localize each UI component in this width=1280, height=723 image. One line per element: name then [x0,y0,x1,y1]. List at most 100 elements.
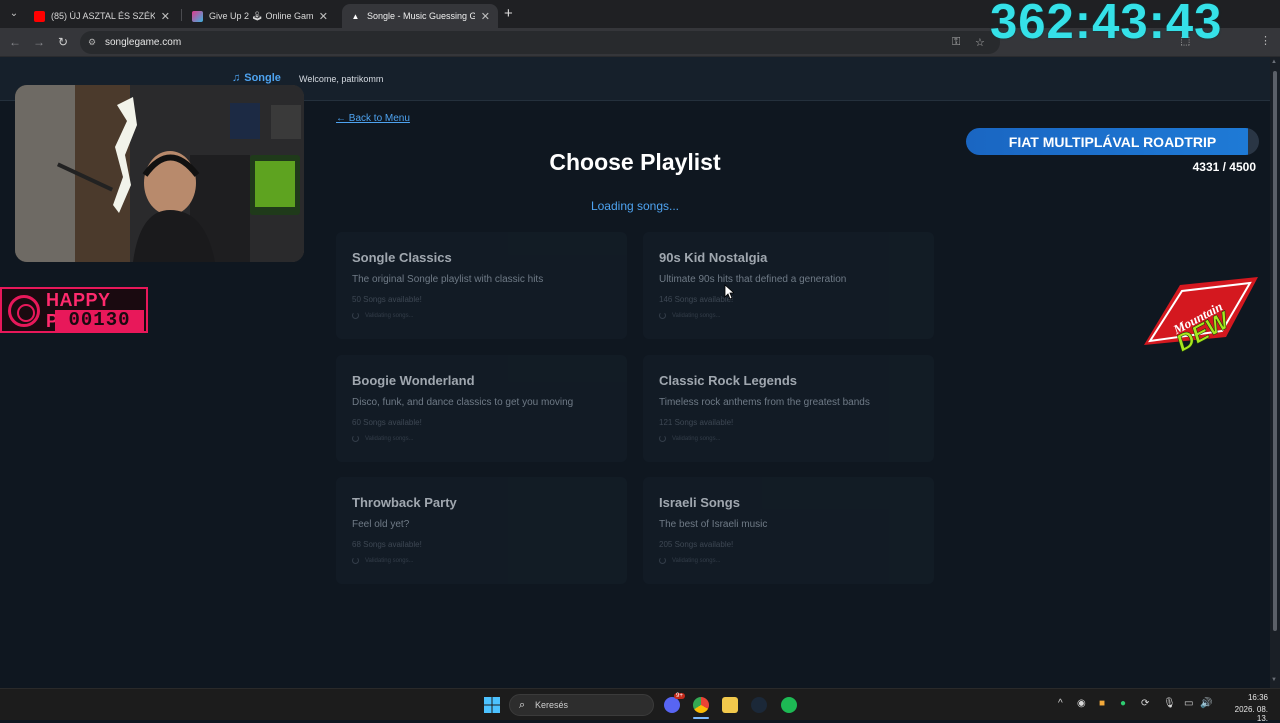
taskbar-clock-date[interactable]: 2026. 08. 13. [1222,705,1268,723]
scrollbar-thumb[interactable] [1273,71,1277,631]
happy-pcs-logo-icon [8,295,40,327]
validating-status: Validating songs... [659,557,721,564]
validating-label: Validating songs... [672,435,721,442]
playlist-description: Ultimate 90s hits that defined a generat… [659,274,847,285]
taskbar-search[interactable]: ⌕ Keresés [509,694,654,716]
back-to-menu-link[interactable]: ← Back to Menu [336,113,410,124]
back-arrow-icon[interactable]: ← [7,34,23,50]
playlist-title: Classic Rock Legends [659,373,797,388]
browser-menu-icon[interactable]: ⋮ [1260,34,1271,47]
playlist-description: The original Songle playlist with classi… [352,274,544,285]
windows-logo-icon [484,697,500,713]
validating-label: Validating songs... [365,435,414,442]
validating-status: Validating songs... [659,312,721,319]
playlist-description: Feel old yet? [352,519,410,530]
mouse-cursor-icon [724,284,734,300]
playlist-description: Timeless rock anthems from the greatest … [659,397,870,408]
close-tab-icon[interactable]: ✕ [161,10,170,23]
windows-taskbar: ⌕ Keresés 9+ ^ ◉ ■ ● ⟳ 🎙 ▭ 🔊 16:36 2026.… [0,688,1280,723]
playlist-title: Throwback Party [352,495,457,510]
playlist-title: Boogie Wonderland [352,373,475,388]
validating-status: Validating songs... [352,435,414,442]
playlist-card-israeli-songs[interactable]: Israeli Songs The best of Israeli music … [643,477,934,584]
discord-icon[interactable] [664,697,680,713]
validating-label: Validating songs... [672,312,721,319]
playlist-card-boogie-wonderland[interactable]: Boogie Wonderland Disco, funk, and dance… [336,355,627,462]
tray-steam-icon[interactable]: ◉ [1077,698,1086,709]
playlist-title: Songle Classics [352,250,452,265]
playlist-title: 90s Kid Nostalgia [659,250,768,265]
tab-songle[interactable]: ▲ Songle - Music Guessing Game ✕ [342,4,498,28]
scroll-up-icon[interactable]: ▲ [1271,59,1277,65]
playlist-song-count: 205 Songs available! [659,540,734,549]
validating-status: Validating songs... [352,557,414,564]
validating-status: Validating songs... [659,435,721,442]
roadtrip-goal-progress: 4331 / 4500 [1192,160,1256,174]
scroll-down-icon[interactable]: ▼ [1271,677,1277,683]
site-info-icon[interactable]: ⚙ [88,36,100,48]
spotify-icon[interactable] [781,697,797,713]
tab-label: Songle - Music Guessing Game [367,11,475,21]
bookmark-star-icon[interactable]: ☆ [975,36,985,49]
tab-divider [181,9,182,21]
password-key-icon[interactable]: ⚿ [952,36,960,49]
active-app-indicator [693,717,709,719]
taskbar-search-placeholder: Keresés [535,700,569,710]
tab-give-up[interactable]: Give Up 2 🕹 Online Game | Ga ✕ [184,4,336,28]
spinner-icon [659,312,666,319]
validating-status: Validating songs... [352,312,414,319]
playlist-description: The best of Israeli music [659,519,768,530]
windows-start-icon[interactable] [484,697,500,713]
spinner-icon [352,435,359,442]
spinner-icon [352,557,359,564]
reload-icon[interactable]: ↻ [55,34,71,50]
forward-arrow-icon[interactable]: → [31,34,47,50]
youtube-icon [34,10,45,22]
address-bar[interactable]: ⚙ songlegame.com ⚿ ☆ [80,31,1000,54]
playlist-song-count: 68 Songs available! [352,540,422,549]
playlist-title: Israeli Songs [659,495,740,510]
new-tab-button[interactable]: + [504,6,513,22]
taskbar-clock-time[interactable]: 16:36 [1230,693,1268,702]
chrome-icon[interactable] [693,697,709,713]
volume-icon[interactable]: 🔊 [1200,698,1212,709]
playlist-song-count: 146 Songs available! [659,295,734,304]
file-explorer-icon[interactable] [722,697,738,713]
close-tab-icon[interactable]: ✕ [319,10,328,23]
steam-icon[interactable] [751,697,767,713]
network-icon[interactable]: ▭ [1184,698,1193,709]
tab-youtube[interactable]: (85) ÚJ ASZTAL ÉS SZÉK ÖSSZERAKÁS ✕ [26,4,178,28]
tray-app-icon[interactable]: ■ [1099,698,1105,709]
tray-sync-icon[interactable]: ⟳ [1141,698,1149,709]
discord-notification-badge: 9+ [674,693,685,699]
spinner-icon [659,435,666,442]
roadtrip-goal-bar: FIAT MULTIPLÁVAL ROADTRIP [966,128,1259,155]
playlist-card-songle-classics[interactable]: Songle Classics The original Songle play… [336,232,627,339]
happy-pcs-count: 00130 [55,310,144,331]
mountain-dew-logo: Mountain DEW [1140,275,1262,358]
page-scrollbar[interactable]: ▲ ▼ [1270,57,1280,688]
stream-timer: 362:43:43 [990,0,1223,49]
playlist-card-throwback-party[interactable]: Throwback Party Feel old yet? 68 Songs a… [336,477,627,584]
page-viewport: ♫ Songle Welcome, patrikomm ← Back to Men… [0,57,1270,688]
tab-label: Give Up 2 🕹 Online Game | Ga [209,10,313,21]
playlist-song-count: 121 Songs available! [659,418,734,427]
songle-favicon-icon: ▲ [351,11,360,21]
microphone-icon[interactable]: 🎙 [1163,698,1176,709]
brand-link[interactable]: ♫ Songle [232,72,281,84]
tab-search-chevron-icon[interactable]: ⌄ [6,6,22,22]
music-note-icon: ♫ [232,72,241,84]
webcam-overlay [15,85,304,262]
close-tab-icon[interactable]: ✕ [481,10,490,23]
spinner-icon [659,557,666,564]
validating-label: Validating songs... [672,557,721,564]
spinner-icon [352,312,359,319]
webcam-feed-image [15,85,304,262]
search-icon: ⌕ [519,699,526,711]
game-favicon-icon [192,10,203,22]
tray-overflow-chevron-icon[interactable]: ^ [1058,698,1063,709]
playlist-card-90s-kid-nostalgia[interactable]: 90s Kid Nostalgia Ultimate 90s hits that… [643,232,934,339]
tray-status-icon[interactable]: ● [1120,698,1126,709]
welcome-text: Welcome, patrikomm [299,74,384,84]
playlist-card-classic-rock-legends[interactable]: Classic Rock Legends Timeless rock anthe… [643,355,934,462]
